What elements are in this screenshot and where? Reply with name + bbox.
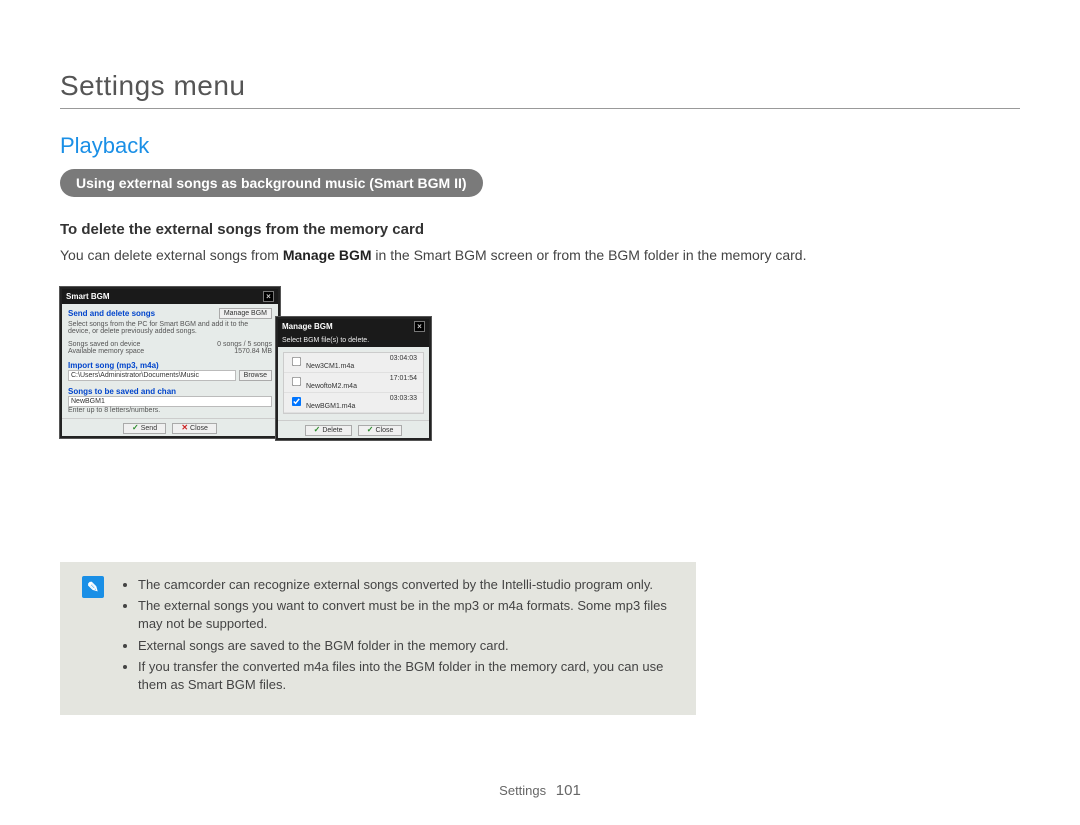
file-name: NewoftoM2.m4a bbox=[306, 383, 357, 390]
note-list: The camcorder can recognize external son… bbox=[120, 576, 674, 697]
songs-to-be-saved-label: Songs to be saved and chan bbox=[68, 387, 272, 396]
subheading: To delete the external songs from the me… bbox=[60, 221, 1020, 238]
manage-bgm-button[interactable]: Manage BGM bbox=[219, 308, 272, 319]
select-files-instruction: Select BGM file(s) to delete. bbox=[278, 334, 429, 347]
note-item: External songs are saved to the BGM fold… bbox=[138, 637, 674, 655]
delete-button[interactable]: ✓Delete bbox=[305, 425, 352, 436]
page-number: 101 bbox=[556, 782, 581, 799]
body-text-post: in the Smart BGM screen or from the BGM … bbox=[372, 247, 807, 263]
button-bar-front: ✓Delete ✓Close bbox=[278, 420, 429, 438]
note-icon: ✎ bbox=[82, 576, 104, 598]
memory-space-label: Available memory space bbox=[68, 348, 144, 355]
close-button[interactable]: ✓Close bbox=[358, 425, 403, 436]
file-checkbox[interactable] bbox=[292, 397, 301, 406]
title-rule bbox=[60, 108, 1020, 109]
file-row[interactable]: New3CM1.m4a 03:04:03 bbox=[284, 353, 423, 373]
file-checkbox[interactable] bbox=[292, 377, 301, 386]
songs-saved-label: Songs saved on device bbox=[68, 341, 140, 348]
page-footer: Settings 101 bbox=[0, 782, 1080, 799]
send-delete-label: Send and delete songs bbox=[68, 309, 155, 318]
note-box: ✎ The camcorder can recognize external s… bbox=[60, 562, 696, 715]
titlebar-label: Smart BGM bbox=[66, 292, 110, 301]
new-bgm-field[interactable]: NewBGM1 bbox=[68, 396, 272, 407]
file-duration: 03:03:33 bbox=[390, 395, 417, 410]
songs-saved-value: 0 songs / 5 songs bbox=[217, 341, 272, 348]
check-icon: ✓ bbox=[314, 425, 321, 434]
page-title: Settings menu bbox=[60, 70, 1020, 102]
screenshot-stack: Smart BGM × Send and delete songs Manage… bbox=[60, 287, 1020, 492]
x-icon: ✕ bbox=[181, 423, 188, 432]
document-page: Settings menu Playback Using external so… bbox=[0, 0, 1080, 825]
close-icon[interactable]: × bbox=[414, 321, 425, 332]
file-row[interactable]: NewoftoM2.m4a 17:01:54 bbox=[284, 373, 423, 393]
section-pill: Using external songs as background music… bbox=[60, 169, 483, 197]
button-bar-back: ✓Send ✕Close bbox=[62, 418, 278, 436]
window-smart-bgm: Smart BGM × Send and delete songs Manage… bbox=[60, 287, 280, 438]
memory-space-value: 1570.84 MB bbox=[234, 348, 272, 355]
check-icon: ✓ bbox=[132, 423, 139, 432]
footer-label: Settings bbox=[499, 783, 546, 798]
file-checkbox[interactable] bbox=[292, 357, 301, 366]
file-duration: 17:01:54 bbox=[390, 375, 417, 390]
window-manage-bgm: Manage BGM × Select BGM file(s) to delet… bbox=[276, 317, 431, 440]
send-button[interactable]: ✓Send bbox=[123, 423, 166, 434]
titlebar-smart-bgm: Smart BGM × bbox=[62, 289, 278, 304]
close-button[interactable]: ✕Close bbox=[172, 423, 217, 434]
import-song-label: Import song (mp3, m4a) bbox=[68, 361, 272, 370]
section-title: Playback bbox=[60, 133, 1020, 159]
titlebar-label: Manage BGM bbox=[282, 322, 333, 331]
file-duration: 03:04:03 bbox=[390, 355, 417, 370]
check-icon: ✓ bbox=[367, 425, 374, 434]
instructions-text: Select songs from the PC for Smart BGM a… bbox=[68, 321, 272, 335]
file-name: New3CM1.m4a bbox=[306, 363, 354, 370]
file-list: New3CM1.m4a 03:04:03 NewoftoM2.m4a 17:01… bbox=[283, 352, 424, 414]
note-item: The external songs you want to convert m… bbox=[138, 597, 674, 632]
body-text: You can delete external songs from Manag… bbox=[60, 246, 1020, 265]
note-item: The camcorder can recognize external son… bbox=[138, 576, 674, 594]
note-item: If you transfer the converted m4a files … bbox=[138, 658, 674, 693]
file-name: NewBGM1.m4a bbox=[306, 403, 355, 410]
enter-hint: Enter up to 8 letters/numbers. bbox=[68, 407, 272, 414]
close-icon[interactable]: × bbox=[263, 291, 274, 302]
body-text-bold: Manage BGM bbox=[283, 247, 372, 263]
file-row[interactable]: NewBGM1.m4a 03:03:33 bbox=[284, 393, 423, 413]
import-path-field[interactable]: C:\Users\Administrator\Documents\Music bbox=[68, 370, 236, 381]
browse-button[interactable]: Browse bbox=[239, 370, 272, 381]
titlebar-manage-bgm: Manage BGM × bbox=[278, 319, 429, 334]
body-text-pre: You can delete external songs from bbox=[60, 247, 283, 263]
